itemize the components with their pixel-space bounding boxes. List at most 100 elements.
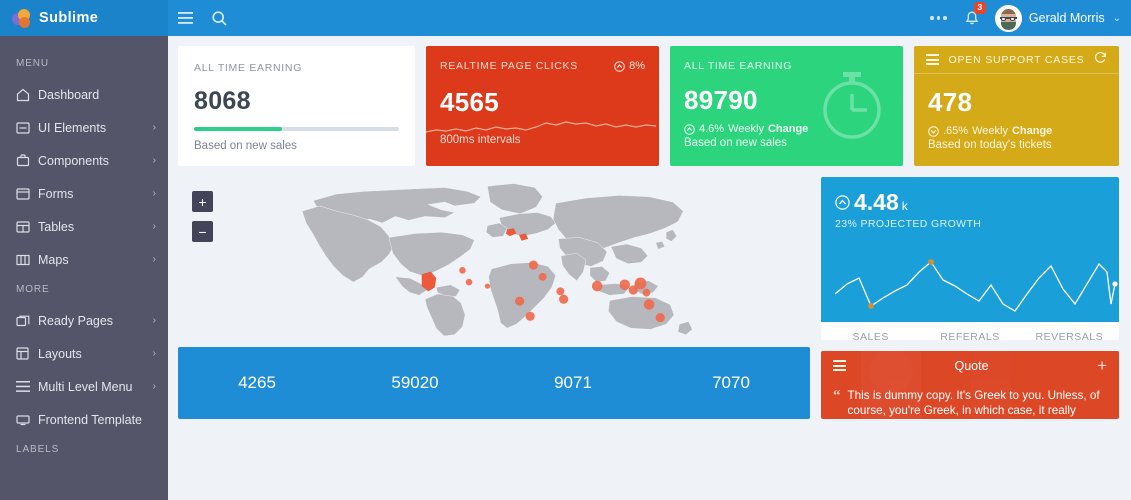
quote-body: “ This is dummy copy. It's Greek to you.…: [821, 381, 1119, 419]
stat-sales: SALES 5467: [821, 322, 920, 340]
more-dots-icon[interactable]: [920, 16, 957, 20]
top-header: Sublime 3 Gerald Morris ⌄: [0, 0, 1131, 36]
stopwatch-icon: [823, 72, 881, 139]
card-change-word: Weekly: [972, 125, 1008, 137]
growth-unit: k: [901, 199, 908, 213]
search-icon[interactable]: [202, 0, 236, 36]
sidebar-item-maps[interactable]: Maps ›: [0, 243, 168, 276]
growth-chart-panel: 4.48 k 23% PROJECTED GROWTH: [821, 177, 1119, 322]
sidebar-item-tables[interactable]: Tables ›: [0, 210, 168, 243]
chevron-down-icon: ⌄: [1112, 12, 1121, 24]
projected-growth-card[interactable]: 4.48 k 23% PROJECTED GROWTH SALES REFERA…: [821, 177, 1119, 340]
growth-stats-row: SALES 5467 REFERALS 6873 REVERSALS 8: [821, 322, 1119, 340]
hamburger-icon[interactable]: [833, 360, 846, 372]
card-change-word: Weekly: [728, 123, 764, 135]
world-map-panel[interactable]: + −: [178, 177, 810, 336]
monitor-icon: [16, 414, 38, 426]
quote-mark-icon: “: [833, 387, 841, 404]
bottom-stat: 59020: [391, 373, 439, 392]
card-change: 8%: [614, 60, 645, 72]
sidebar-item-dashboard[interactable]: Dashboard: [0, 78, 168, 111]
bottom-stat: 9071: [554, 373, 592, 392]
card-title: ALL TIME EARNING: [194, 62, 303, 74]
chevron-right-icon: ›: [152, 315, 156, 326]
growth-value-row: 4.48 k: [835, 189, 1105, 216]
quote-title: Quote: [954, 358, 989, 373]
map-zoom-out-button[interactable]: −: [192, 221, 213, 242]
refresh-icon[interactable]: [1094, 51, 1107, 69]
card-title: OPEN SUPPORT CASES: [948, 53, 1085, 66]
sidebar-item-label: Layouts: [38, 346, 82, 361]
sidebar-item-ui-elements[interactable]: UI Elements ›: [0, 111, 168, 144]
chevron-right-icon: ›: [152, 254, 156, 265]
map-zoom-in-button[interactable]: +: [192, 191, 213, 212]
card-header: OPEN SUPPORT CASES: [914, 46, 1119, 74]
map-icon: [16, 254, 38, 266]
card-subtitle: Based on today's tickets: [928, 139, 1052, 151]
bell-icon[interactable]: 3: [957, 0, 987, 36]
hamburger-icon[interactable]: [168, 0, 202, 36]
stat-label: REFERALS: [940, 331, 1000, 340]
middle-row: + − 4265 59020 9071 7070 4.48 k 23% PROJ…: [178, 177, 1119, 419]
body-row: MENU Dashboard UI Elements › Components …: [0, 36, 1131, 500]
growth-caption: 23% PROJECTED GROWTH: [835, 218, 982, 230]
card-change-bold: Change: [1011, 125, 1053, 137]
quote-card[interactable]: Quote + “ This is dummy copy. It's Greek…: [821, 350, 1119, 419]
plus-icon[interactable]: +: [1097, 357, 1107, 374]
table-icon: [16, 220, 38, 233]
card-change-pct: 4.6%: [699, 123, 725, 135]
chevron-right-icon: ›: [152, 155, 156, 166]
map-column: + − 4265 59020 9071 7070: [178, 177, 810, 419]
quote-text: This is dummy copy. It's Greek to you. U…: [847, 388, 1100, 418]
hamburger-icon[interactable]: [926, 54, 939, 65]
sparkline-chart: [426, 121, 656, 133]
card-open-support-cases[interactable]: OPEN SUPPORT CASES 478 .65% Weekly Chang…: [914, 46, 1119, 166]
up-circle-icon: [614, 60, 625, 72]
sidebar-item-label: Maps: [38, 252, 69, 267]
card-all-time-earning[interactable]: ALL TIME EARNING 8068 Based on new sales: [178, 46, 415, 166]
growth-line-chart: [834, 259, 1118, 312]
bottom-stats-bar: 4265 59020 9071 7070: [178, 347, 810, 419]
main-content: ALL TIME EARNING 8068 Based on new sales…: [168, 36, 1131, 500]
briefcase-icon: [16, 154, 38, 167]
sidebar-item-components[interactable]: Components ›: [0, 144, 168, 177]
up-circle-icon: [835, 195, 850, 210]
sidebar-section-menu: MENU: [16, 58, 50, 69]
card-change-pct: .65%: [943, 125, 969, 137]
brand-logo[interactable]: Sublime: [0, 0, 168, 36]
card-value: 478: [928, 87, 973, 117]
sidebar-item-layouts[interactable]: Layouts ›: [0, 337, 168, 370]
user-name: Gerald Morris: [1028, 11, 1105, 25]
sidebar-item-label: Multi Level Menu: [38, 379, 133, 394]
form-icon: [16, 187, 38, 200]
chevron-right-icon: ›: [152, 221, 156, 232]
card-realtime-page-clicks[interactable]: REALTIME PAGE CLICKS 8% 4565 800ms inter…: [426, 46, 659, 166]
growth-value: 4.48: [854, 189, 899, 215]
sidebar-section-labels: LABELS: [16, 444, 60, 455]
card-all-time-earning-2[interactable]: ALL TIME EARNING 89790 4.6% Weekly Chang…: [670, 46, 903, 166]
user-menu[interactable]: Gerald Morris ⌄: [987, 0, 1131, 36]
sidebar-item-label: Frontend Template: [38, 412, 142, 427]
sidebar-item-label: Dashboard: [38, 87, 100, 102]
stat-label: SALES: [852, 331, 889, 340]
map-zoom-controls: + −: [192, 191, 213, 251]
right-column: 4.48 k 23% PROJECTED GROWTH SALES REFERA…: [821, 177, 1119, 419]
stat-reversals: REVERSALS 8: [1020, 322, 1119, 340]
sidebar-item-ready-pages[interactable]: Ready Pages ›: [0, 304, 168, 337]
sidebar: MENU Dashboard UI Elements › Components …: [0, 36, 168, 500]
world-map: [301, 183, 693, 336]
card-value: 8068: [194, 87, 251, 115]
chevron-right-icon: ›: [152, 348, 156, 359]
avatar: [994, 4, 1022, 32]
sidebar-item-frontend-template[interactable]: Frontend Template: [0, 403, 168, 436]
stat-referals: REFERALS 6873: [920, 322, 1019, 340]
sidebar-item-label: Components: [38, 153, 109, 168]
window-icon: [16, 121, 38, 134]
sidebar-item-multi-level-menu[interactable]: Multi Level Menu ›: [0, 370, 168, 403]
card-change-value: 8%: [629, 60, 645, 72]
card-change: .65% Weekly Change: [928, 125, 1105, 137]
sidebar-item-label: UI Elements: [38, 120, 107, 135]
sidebar-item-forms[interactable]: Forms ›: [0, 177, 168, 210]
dashboard-app: Sublime 3 Gerald Morris ⌄ MENU Dashboard…: [0, 0, 1131, 500]
quote-header: Quote +: [821, 351, 1119, 381]
